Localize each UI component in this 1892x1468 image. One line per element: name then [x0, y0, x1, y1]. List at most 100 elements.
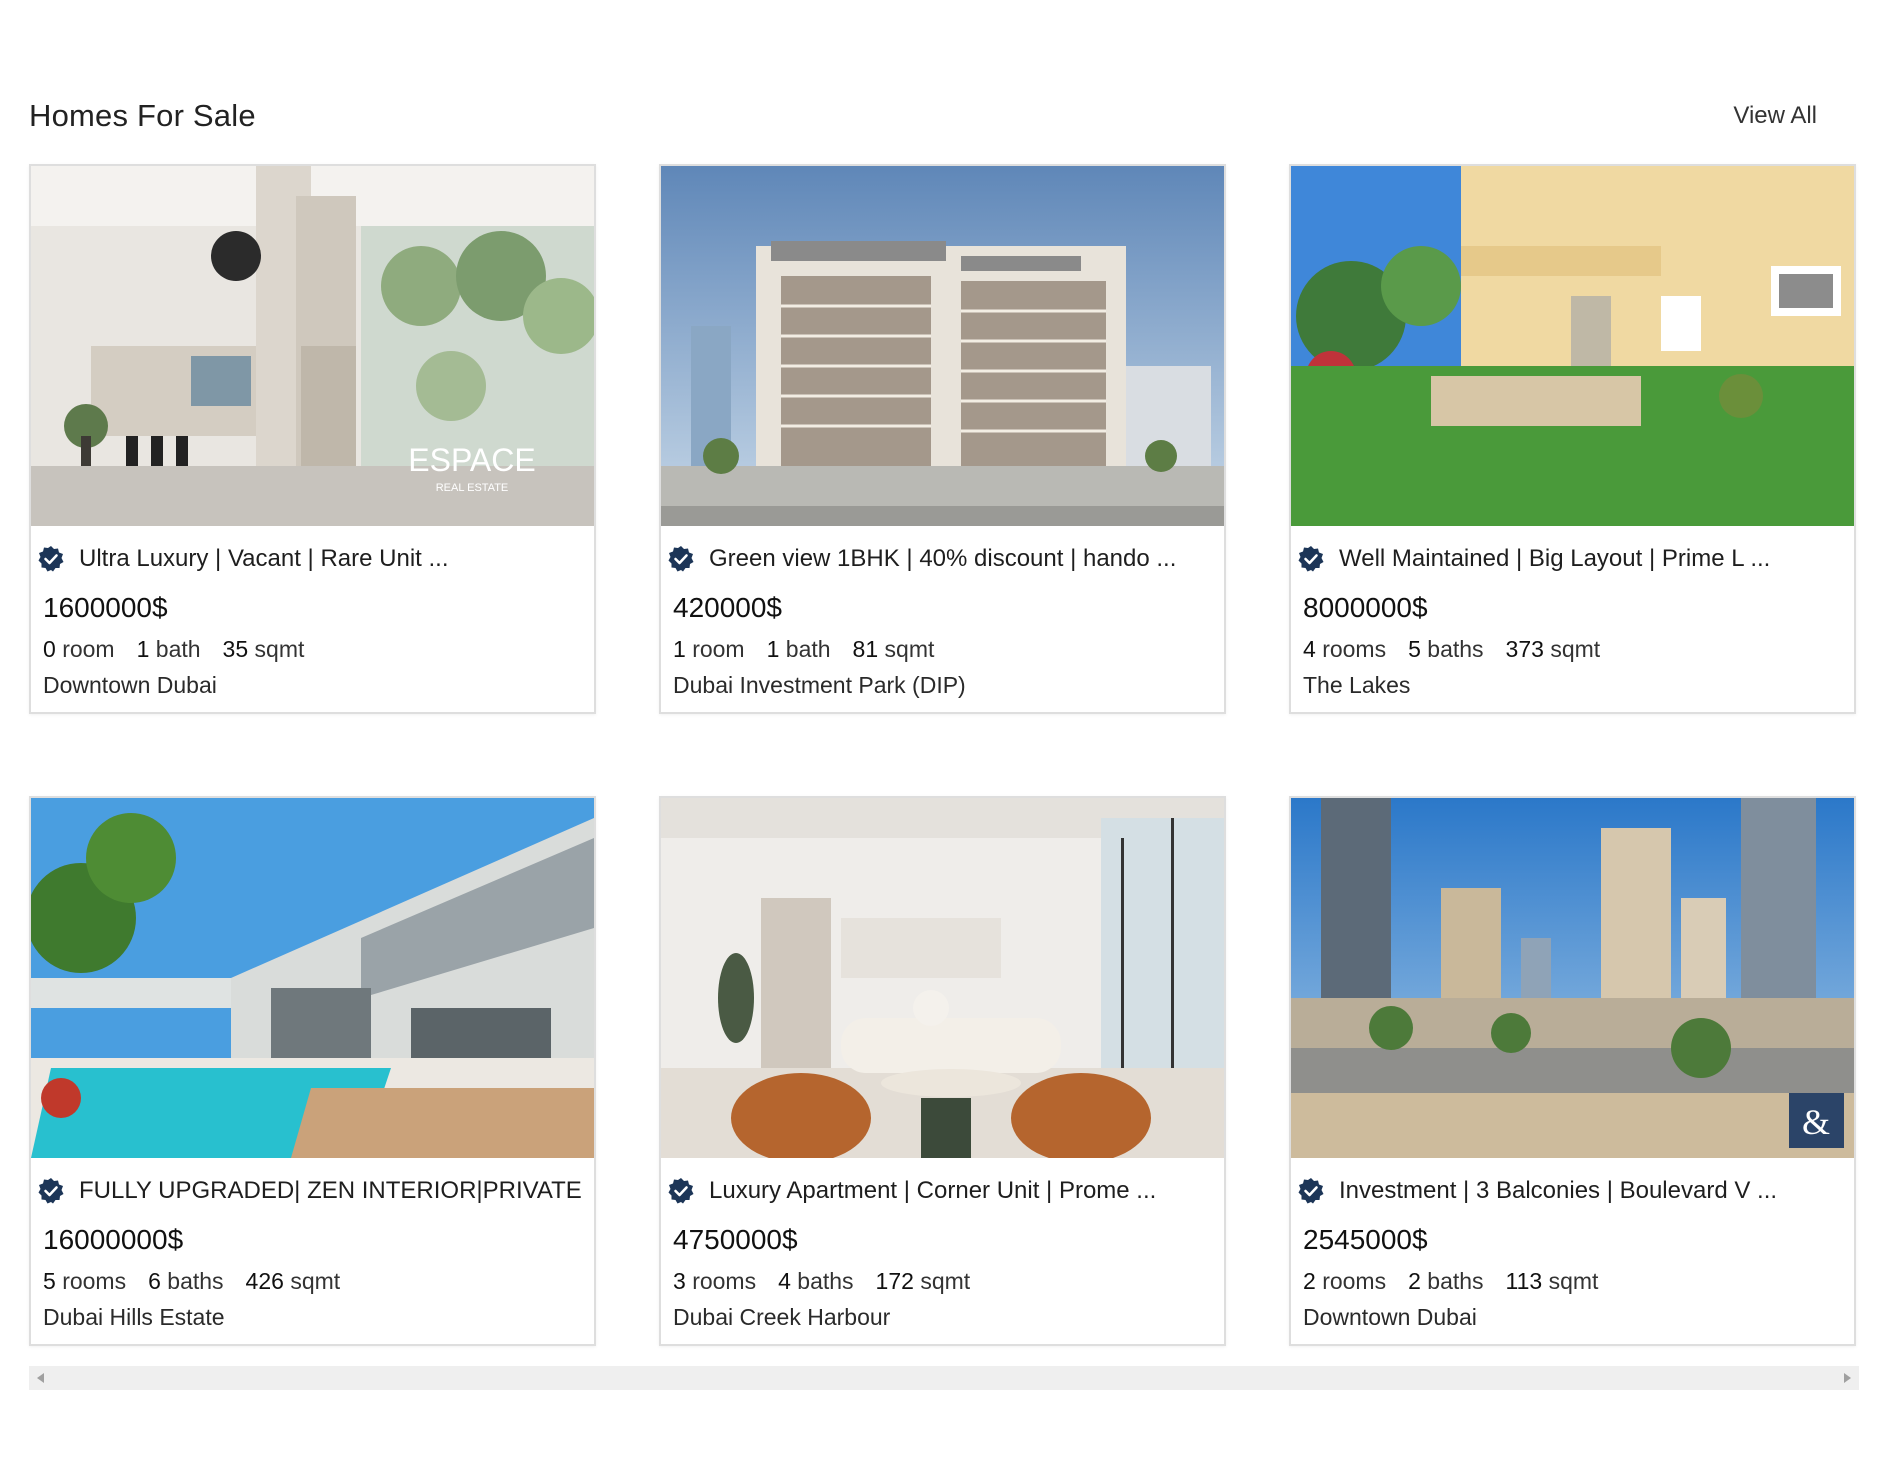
- listing-title-row: Green view 1BHK | 40% discount | hando .…: [667, 542, 1217, 576]
- photo-downtown-towers: &: [1291, 798, 1854, 1158]
- verified-badge-icon: [38, 1178, 64, 1204]
- watermark-logo: &: [1802, 1102, 1830, 1142]
- listing-title-row: Well Maintained | Big Layout | Prime L .…: [1297, 542, 1847, 576]
- listing-card[interactable]: Well Maintained | Big Layout | Prime L .…: [1289, 164, 1856, 714]
- baths-label: baths: [1427, 636, 1484, 662]
- listing-specs: 4 rooms 5 baths 373 sqmt: [1303, 636, 1600, 663]
- horizontal-scrollbar[interactable]: [29, 1366, 1859, 1390]
- area-unit: sqmt: [1550, 636, 1601, 662]
- photo-apartment-building: [661, 166, 1224, 526]
- rooms-label: room: [692, 636, 745, 662]
- listing-title-row: Luxury Apartment | Corner Unit | Prome .…: [667, 1174, 1217, 1208]
- listing-specs: 3 rooms 4 baths 172 sqmt: [673, 1268, 970, 1295]
- listing-title-row: FULLY UPGRADED| ZEN INTERIOR|PRIVATE S .…: [37, 1174, 587, 1208]
- listing-title[interactable]: Ultra Luxury | Vacant | Rare Unit ...: [79, 545, 449, 573]
- rooms-count: 0: [43, 636, 56, 662]
- area-value: 113: [1505, 1268, 1543, 1294]
- area-unit: sqmt: [920, 1268, 971, 1294]
- listing-location: Dubai Creek Harbour: [673, 1304, 891, 1330]
- area-unit: sqmt: [1548, 1268, 1599, 1294]
- page: Homes For Sale View All ESPACE REAL ESTA…: [0, 0, 1892, 1468]
- listing-price: 2545000$: [1303, 1224, 1428, 1255]
- listing-location: The Lakes: [1303, 672, 1411, 698]
- listing-photo[interactable]: ESPACE REAL ESTATE: [31, 166, 594, 526]
- area-value: 373: [1505, 636, 1544, 662]
- listing-photo[interactable]: [31, 798, 594, 1158]
- watermark-logo: ESPACE: [408, 442, 535, 478]
- rooms-label: rooms: [62, 1268, 127, 1294]
- listing-price: 1600000$: [43, 592, 168, 623]
- area-unit: sqmt: [884, 636, 935, 662]
- listing-title[interactable]: Luxury Apartment | Corner Unit | Prome .…: [709, 1177, 1156, 1205]
- baths-count: 1: [136, 636, 150, 662]
- photo-living-room: [661, 798, 1224, 1158]
- rooms-count: 4: [1303, 636, 1316, 662]
- listing-location: Downtown Dubai: [43, 672, 217, 698]
- area-value: 81: [852, 636, 879, 662]
- rooms-label: rooms: [1322, 1268, 1387, 1294]
- baths-count: 1: [766, 636, 780, 662]
- listing-specs: 5 rooms 6 baths 426 sqmt: [43, 1268, 340, 1295]
- verified-badge-icon: [1298, 546, 1324, 572]
- listing-price: 16000000$: [43, 1224, 184, 1255]
- baths-label: baths: [167, 1268, 224, 1294]
- verified-badge-icon: [668, 546, 694, 572]
- listing-location: Dubai Investment Park (DIP): [673, 672, 966, 698]
- area-value: 426: [245, 1268, 284, 1294]
- listing-location: Dubai Hills Estate: [43, 1304, 225, 1330]
- listing-title[interactable]: Well Maintained | Big Layout | Prime L .…: [1339, 545, 1770, 573]
- listing-specs: 0 room 1 bath 35 sqmt: [43, 636, 304, 663]
- listing-specs: 2 rooms 2 baths 113 sqmt: [1303, 1268, 1598, 1295]
- rooms-count: 5: [43, 1268, 56, 1294]
- listing-title-row: Ultra Luxury | Vacant | Rare Unit ...: [37, 542, 587, 576]
- rooms-count: 1: [673, 636, 686, 662]
- area-unit: sqmt: [254, 636, 305, 662]
- scroll-right-arrow-icon[interactable]: [1844, 1373, 1851, 1383]
- listing-photo[interactable]: &: [1291, 798, 1854, 1158]
- area-value: 172: [875, 1268, 914, 1294]
- listing-specs: 1 room 1 bath 81 sqmt: [673, 636, 934, 663]
- verified-badge-icon: [668, 1178, 694, 1204]
- rooms-label: room: [62, 636, 115, 662]
- baths-label: bath: [155, 636, 201, 662]
- listing-title-row: Investment | 3 Balconies | Boulevard V .…: [1297, 1174, 1847, 1208]
- rooms-label: rooms: [1322, 636, 1387, 662]
- rooms-count: 2: [1303, 1268, 1316, 1294]
- baths-label: baths: [797, 1268, 854, 1294]
- area-unit: sqmt: [290, 1268, 341, 1294]
- listing-photo[interactable]: [661, 798, 1224, 1158]
- listing-card[interactable]: Luxury Apartment | Corner Unit | Prome .…: [659, 796, 1226, 1346]
- area-value: 35: [222, 636, 249, 662]
- listing-photo[interactable]: [1291, 166, 1854, 526]
- watermark-subtext: REAL ESTATE: [436, 482, 509, 494]
- section-title: Homes For Sale: [29, 98, 256, 133]
- listing-card[interactable]: Green view 1BHK | 40% discount | hando .…: [659, 164, 1226, 714]
- listing-price: 420000$: [673, 592, 783, 623]
- rooms-count: 3: [673, 1268, 686, 1294]
- listing-location: Downtown Dubai: [1303, 1304, 1477, 1330]
- baths-label: bath: [785, 636, 831, 662]
- baths-count: 6: [148, 1268, 161, 1294]
- baths-label: baths: [1427, 1268, 1484, 1294]
- listing-card[interactable]: ESPACE REAL ESTATE Ultra Luxury | Vacant…: [29, 164, 596, 714]
- listing-price: 4750000$: [673, 1224, 798, 1255]
- baths-count: 4: [778, 1268, 791, 1294]
- baths-count: 2: [1408, 1268, 1421, 1294]
- verified-badge-icon: [1298, 1178, 1324, 1204]
- rooms-label: rooms: [692, 1268, 757, 1294]
- listing-title[interactable]: Green view 1BHK | 40% discount | hando .…: [709, 545, 1176, 573]
- photo-villa-garden: [1291, 166, 1854, 526]
- scroll-left-arrow-icon[interactable]: [37, 1373, 44, 1383]
- baths-count: 5: [1408, 636, 1421, 662]
- listing-photo[interactable]: [661, 166, 1224, 526]
- view-all-link[interactable]: View All: [1733, 102, 1817, 130]
- photo-villa-pool: [31, 798, 594, 1158]
- listing-title[interactable]: FULLY UPGRADED| ZEN INTERIOR|PRIVATE S .…: [79, 1177, 587, 1205]
- photo-interior-lounge: ESPACE REAL ESTATE: [31, 166, 594, 526]
- listing-title[interactable]: Investment | 3 Balconies | Boulevard V .…: [1339, 1177, 1777, 1205]
- listing-card[interactable]: FULLY UPGRADED| ZEN INTERIOR|PRIVATE S .…: [29, 796, 596, 1346]
- listing-card[interactable]: & Investment | 3 Balconies | Boulevard V…: [1289, 796, 1856, 1346]
- section-header: Homes For Sale View All: [29, 92, 1817, 140]
- listing-price: 8000000$: [1303, 592, 1428, 623]
- verified-badge-icon: [38, 546, 64, 572]
